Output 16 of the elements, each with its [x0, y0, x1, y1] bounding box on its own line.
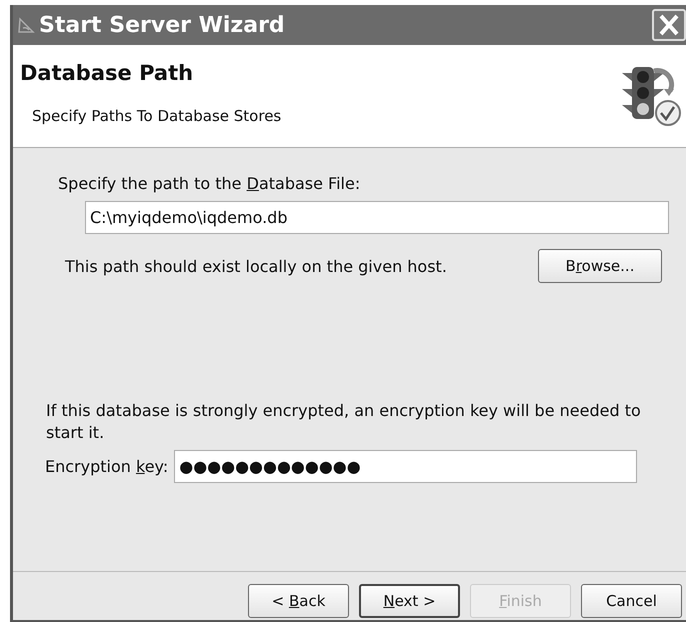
path-field[interactable]: C:\myiqdemo\iqdemo.db [85, 201, 669, 234]
wizard-button[interactable]: < Back [248, 584, 349, 618]
key-label: Encryption key: [45, 457, 168, 476]
window-title: Start Server Wizard [39, 12, 286, 38]
path-hint: This path should exist locally on the given host. [65, 256, 447, 276]
wizard-button[interactable]: Cancel [581, 584, 682, 618]
traffic-light-icon [620, 65, 682, 127]
wizard-icon [17, 16, 35, 34]
encryption-key-field[interactable]: ●●●●●●●●●●●●● [174, 450, 638, 484]
page-subtitle: Specify Paths To Database Stores [32, 107, 282, 125]
browse-button[interactable]: Browse... [538, 249, 662, 283]
page-title: Database Path [20, 61, 194, 85]
close-button[interactable] [652, 9, 686, 41]
encryption-note: If this database is strongly encrypted, an encryption key will be needed to start it. [46, 400, 642, 444]
wizard-button[interactable]: Next > [359, 584, 460, 618]
path-label: Specify the path to the Database File: [58, 174, 360, 193]
